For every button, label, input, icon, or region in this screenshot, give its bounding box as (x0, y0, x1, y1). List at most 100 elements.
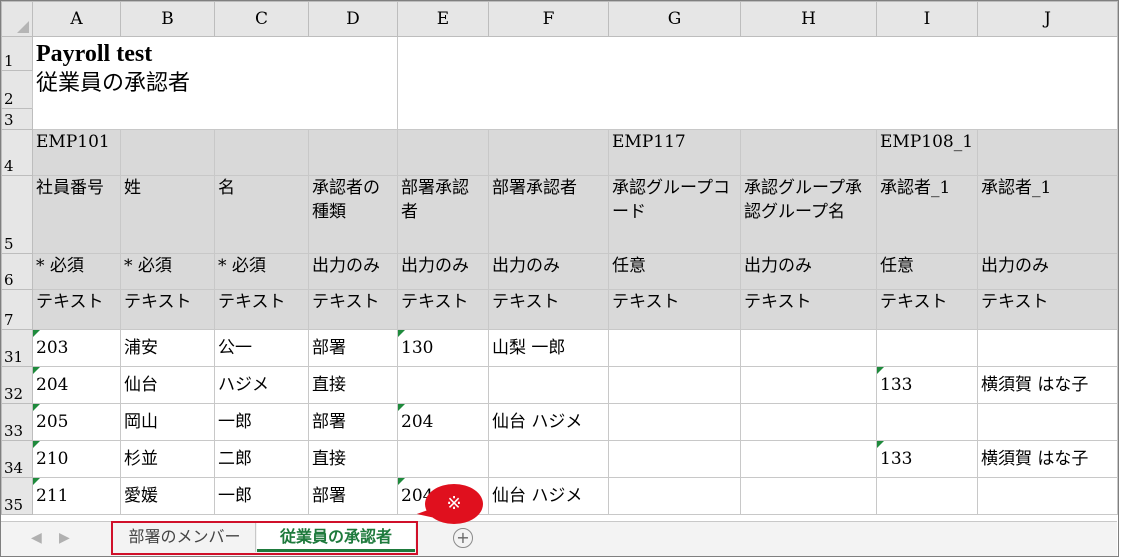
column-header-J[interactable]: J (977, 1, 1118, 37)
header-cell-J5[interactable]: 承認者_1 (977, 175, 1118, 254)
data-cell-C31[interactable]: 公一 (214, 329, 309, 367)
header-cell-I7[interactable]: テキスト (876, 289, 978, 330)
data-cell-J32[interactable]: 横須賀 はな子 (977, 366, 1118, 404)
row-header-33[interactable]: 33 (1, 403, 33, 441)
header-cell-H7[interactable]: テキスト (740, 289, 877, 330)
data-cell-G34[interactable] (608, 440, 741, 478)
header-cell-H5[interactable]: 承認グループ承認グループ名 (740, 175, 877, 254)
header-cell-I5[interactable]: 承認者_1 (876, 175, 978, 254)
data-cell-B35[interactable]: 愛媛 (120, 477, 215, 515)
header-cell-G6[interactable]: 任意 (608, 253, 741, 290)
data-cell-F34[interactable] (488, 440, 609, 478)
row-header-32[interactable]: 32 (1, 366, 33, 404)
header-cell-E5[interactable]: 部署承認者 (397, 175, 489, 254)
row-header-5[interactable]: 5 (1, 175, 33, 254)
header-cell-D7[interactable]: テキスト (308, 289, 398, 330)
data-cell-G31[interactable] (608, 329, 741, 367)
header-cell-C4[interactable] (214, 129, 309, 176)
header-cell-F7[interactable]: テキスト (488, 289, 609, 330)
data-cell-I31[interactable] (876, 329, 978, 367)
header-cell-A7[interactable]: テキスト (32, 289, 121, 330)
column-header-H[interactable]: H (740, 1, 877, 37)
header-cell-H4[interactable] (740, 129, 877, 176)
add-sheet-icon[interactable]: + (453, 528, 473, 548)
data-cell-I35[interactable] (876, 477, 978, 515)
header-cell-B6[interactable]: * 必須 (120, 253, 215, 290)
data-cell-H35[interactable] (740, 477, 877, 515)
data-cell-F32[interactable] (488, 366, 609, 404)
cell-row3-right[interactable] (397, 108, 1118, 130)
header-cell-F4[interactable] (488, 129, 609, 176)
data-cell-F35[interactable]: 仙台 ハジメ (488, 477, 609, 515)
header-cell-B7[interactable]: テキスト (120, 289, 215, 330)
data-cell-H32[interactable] (740, 366, 877, 404)
data-cell-B34[interactable]: 杉並 (120, 440, 215, 478)
column-header-G[interactable]: G (608, 1, 741, 37)
data-cell-J34[interactable]: 横須賀 はな子 (977, 440, 1118, 478)
data-cell-H33[interactable] (740, 403, 877, 441)
next-sheet-icon[interactable]: ▶ (59, 530, 70, 546)
data-cell-C32[interactable]: ハジメ (214, 366, 309, 404)
data-cell-D35[interactable]: 部署 (308, 477, 398, 515)
header-cell-D5[interactable]: 承認者の種類 (308, 175, 398, 254)
header-cell-C6[interactable]: * 必須 (214, 253, 309, 290)
header-cell-J4[interactable] (977, 129, 1118, 176)
row-header-35[interactable]: 35 (1, 477, 33, 515)
column-header-I[interactable]: I (876, 1, 978, 37)
row-header-3[interactable]: 3 (1, 108, 33, 130)
row-header-6[interactable]: 6 (1, 253, 33, 290)
header-cell-C5[interactable]: 名 (214, 175, 309, 254)
data-cell-D31[interactable]: 部署 (308, 329, 398, 367)
data-cell-I33[interactable] (876, 403, 978, 441)
header-cell-D6[interactable]: 出力のみ (308, 253, 398, 290)
data-cell-E32[interactable] (397, 366, 489, 404)
header-cell-A4[interactable]: EMP101 (32, 129, 121, 176)
data-cell-E33[interactable]: 204 (397, 403, 489, 441)
data-cell-D32[interactable]: 直接 (308, 366, 398, 404)
header-cell-B4[interactable] (120, 129, 215, 176)
column-header-D[interactable]: D (308, 1, 398, 37)
header-cell-J7[interactable]: テキスト (977, 289, 1118, 330)
header-cell-D4[interactable] (308, 129, 398, 176)
header-cell-G5[interactable]: 承認グループコード (608, 175, 741, 254)
header-cell-I4[interactable]: EMP108_1 (876, 129, 978, 176)
header-cell-B5[interactable]: 姓 (120, 175, 215, 254)
header-cell-I6[interactable]: 任意 (876, 253, 978, 290)
data-cell-A35[interactable]: 211 (32, 477, 121, 515)
header-cell-A5[interactable]: 社員番号 (32, 175, 121, 254)
header-cell-A6[interactable]: * 必須 (32, 253, 121, 290)
data-cell-C35[interactable]: 一郎 (214, 477, 309, 515)
data-cell-A31[interactable]: 203 (32, 329, 121, 367)
header-cell-H6[interactable]: 出力のみ (740, 253, 877, 290)
data-cell-F31[interactable]: 山梨 一郎 (488, 329, 609, 367)
data-cell-E31[interactable]: 130 (397, 329, 489, 367)
data-cell-J35[interactable] (977, 477, 1118, 515)
header-cell-F5[interactable]: 部署承認者 (488, 175, 609, 254)
column-header-A[interactable]: A (32, 1, 121, 37)
data-cell-H31[interactable] (740, 329, 877, 367)
header-cell-G7[interactable]: テキスト (608, 289, 741, 330)
column-header-F[interactable]: F (488, 1, 609, 37)
data-cell-G33[interactable] (608, 403, 741, 441)
data-cell-I34[interactable]: 133 (876, 440, 978, 478)
cell-row3-left[interactable] (32, 108, 398, 130)
header-cell-J6[interactable]: 出力のみ (977, 253, 1118, 290)
header-cell-F6[interactable]: 出力のみ (488, 253, 609, 290)
data-cell-H34[interactable] (740, 440, 877, 478)
header-cell-C7[interactable]: テキスト (214, 289, 309, 330)
header-cell-E7[interactable]: テキスト (397, 289, 489, 330)
data-cell-A34[interactable]: 210 (32, 440, 121, 478)
data-cell-I32[interactable]: 133 (876, 366, 978, 404)
row-header-34[interactable]: 34 (1, 440, 33, 478)
data-cell-F33[interactable]: 仙台 ハジメ (488, 403, 609, 441)
header-cell-G4[interactable]: EMP117 (608, 129, 741, 176)
title-cell[interactable]: Payroll test 従業員の承認者 (32, 36, 398, 109)
row-header-31[interactable]: 31 (1, 329, 33, 367)
data-cell-D34[interactable]: 直接 (308, 440, 398, 478)
column-header-B[interactable]: B (120, 1, 215, 37)
data-cell-G35[interactable] (608, 477, 741, 515)
column-header-C[interactable]: C (214, 1, 309, 37)
header-cell-E4[interactable] (397, 129, 489, 176)
prev-sheet-icon[interactable]: ◀ (31, 530, 42, 546)
data-cell-A32[interactable]: 204 (32, 366, 121, 404)
